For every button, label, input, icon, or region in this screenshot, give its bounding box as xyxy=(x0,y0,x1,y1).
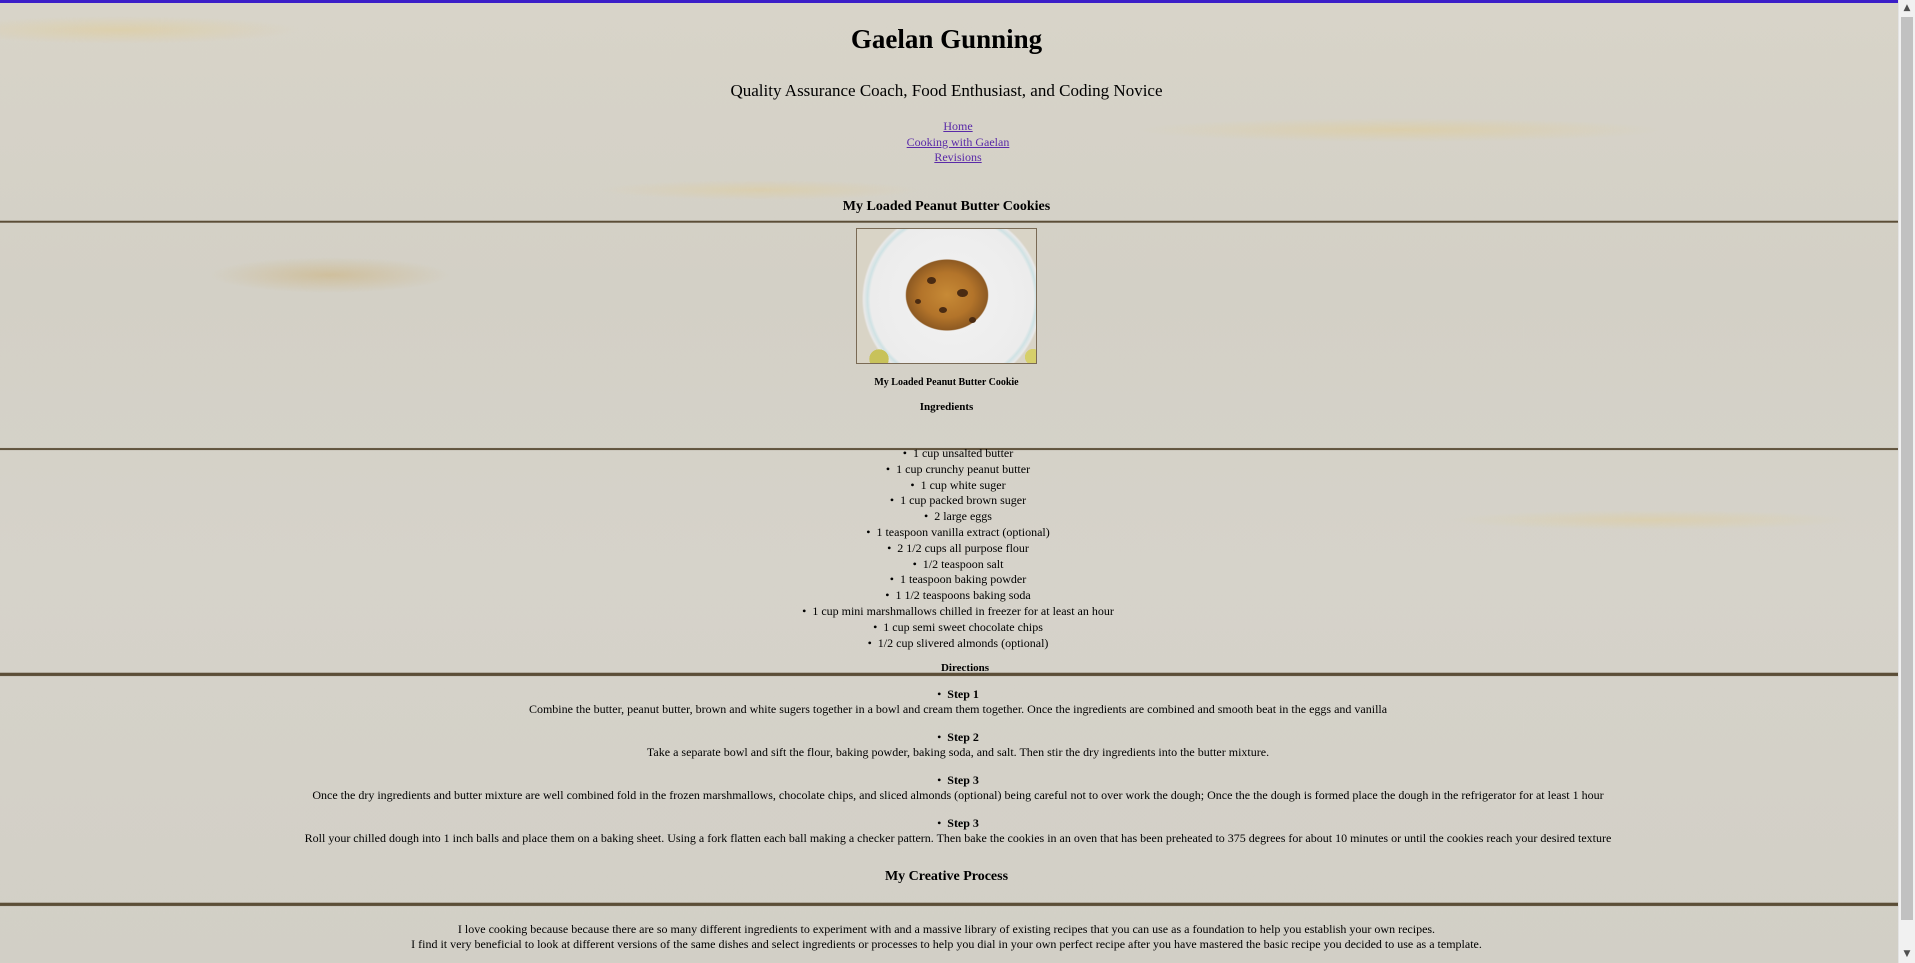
nav-link-revisions[interactable]: Revisions xyxy=(934,150,981,166)
chocolate-chip xyxy=(927,277,936,284)
creative-process-text: I love cooking because because there are… xyxy=(0,922,1893,952)
ingredient-item: 1 teaspoon baking powder xyxy=(0,572,1915,588)
step-text: Once the dry ingredients and butter mixt… xyxy=(312,788,1604,802)
main-nav: Home Cooking with Gaelan Revisions xyxy=(0,119,1915,166)
ingredient-item: 1/2 teaspoon salt xyxy=(0,557,1915,573)
site-subtitle: Quality Assurance Coach, Food Enthusiast… xyxy=(730,81,1163,100)
nav-link-cooking-with-gaelan[interactable]: Cooking with Gaelan xyxy=(907,135,1010,151)
directions-heading: Directions xyxy=(940,662,990,674)
ingredient-item: 1 cup crunchy peanut butter xyxy=(0,462,1915,478)
nav-link-home[interactable]: Home xyxy=(943,119,972,135)
ingredient-item: 2 large eggs xyxy=(0,509,1915,525)
vertical-scrollbar[interactable]: ▲ ▼ xyxy=(1898,0,1915,963)
step-text: Roll your chilled dough into 1 inch ball… xyxy=(304,831,1612,845)
ingredient-item: 1 teaspoon vanilla extract (optional) xyxy=(0,525,1915,541)
scroll-down-arrow-icon[interactable]: ▼ xyxy=(1899,946,1915,963)
chocolate-chip xyxy=(915,299,921,304)
creative-process-line: I find it very beneficial to look at dif… xyxy=(411,937,1482,951)
ingredients-heading: Ingredients xyxy=(919,401,974,413)
ingredient-item: 1 cup semi sweet chocolate chips xyxy=(0,620,1915,636)
step-text: Take a separate bowl and sift the flour,… xyxy=(646,745,1270,759)
ingredient-item: 1 cup white suger xyxy=(0,478,1915,494)
recipe-title: My Loaded Peanut Butter Cookies xyxy=(842,199,1051,214)
step-title: Step 3 xyxy=(0,773,1915,788)
ingredient-item: 1/2 cup slivered almonds (optional) xyxy=(0,636,1915,652)
creative-process-line: I love cooking because because there are… xyxy=(457,922,1436,936)
scrollbar-thumb[interactable] xyxy=(1901,17,1913,920)
direction-step: Step 3 Once the dry ingredients and butt… xyxy=(0,773,1915,803)
step-title: Step 3 xyxy=(0,816,1915,831)
step-title: Step 2 xyxy=(0,730,1915,745)
page-top-accent-bar xyxy=(0,0,1898,3)
direction-step: Step 1 Combine the butter, peanut butter… xyxy=(0,687,1915,717)
directions-list: Step 1 Combine the butter, peanut butter… xyxy=(0,687,1915,859)
ingredient-item: 1 cup packed brown suger xyxy=(0,493,1915,509)
photo-caption: My Loaded Peanut Butter Cookie xyxy=(874,377,1019,388)
ingredient-item: 2 1/2 cups all purpose flour xyxy=(0,541,1915,557)
chocolate-chip xyxy=(969,317,976,323)
scroll-up-arrow-icon[interactable]: ▲ xyxy=(1899,0,1915,17)
creative-process-heading: My Creative Process xyxy=(884,869,1009,884)
ingredient-item: 1 1/2 teaspoons baking soda xyxy=(0,588,1915,604)
cookie-photo xyxy=(856,228,1037,364)
ingredients-list: 1 cup unsalted butter 1 cup crunchy pean… xyxy=(0,446,1915,651)
site-title: Gaelan Gunning xyxy=(850,24,1043,54)
step-text: Combine the butter, peanut butter, brown… xyxy=(528,702,1388,716)
chocolate-chip xyxy=(957,289,968,297)
chocolate-chip xyxy=(939,307,947,313)
direction-step: Step 2 Take a separate bowl and sift the… xyxy=(0,730,1915,760)
step-title: Step 1 xyxy=(0,687,1915,702)
direction-step: Step 3 Roll your chilled dough into 1 in… xyxy=(0,816,1915,846)
ingredient-item: 1 cup mini marshmallows chilled in freez… xyxy=(0,604,1915,620)
ingredient-item: 1 cup unsalted butter xyxy=(0,446,1915,462)
